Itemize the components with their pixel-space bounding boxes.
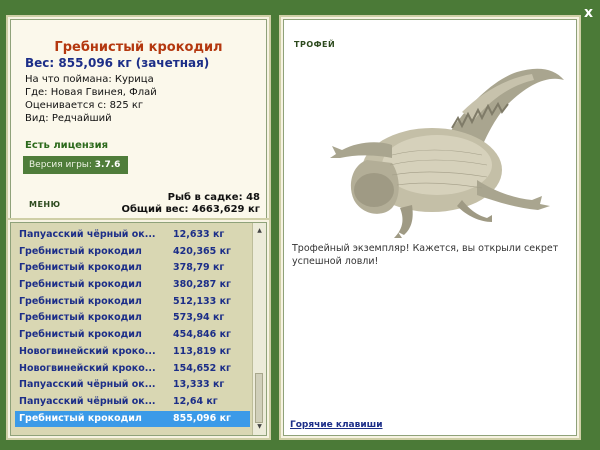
fish-location: Где: Новая Гвинея, Флай: [25, 87, 157, 98]
fish-kind: Вид: Редчайший: [25, 113, 112, 124]
list-item[interactable]: Гребнистый крокодил 512,133 кг: [15, 294, 250, 311]
fish-valued-from: Оценивается с: 825 кг: [25, 100, 144, 111]
trophy-label: ТРОФЕЙ: [294, 40, 336, 49]
list-item-weight: 380,287 кг: [173, 279, 231, 291]
list-item-name: Гребнистый крокодил: [19, 295, 142, 307]
list-item[interactable]: Папуасский чёрный ок... 13,333 кг: [15, 377, 250, 394]
list-item-name: Папуасский чёрный ок...: [19, 395, 156, 407]
list-item[interactable]: Гребнистый крокодил 855,096 кг: [15, 410, 250, 428]
fish-info-panel: Гребнистый крокодил Вес: 855,096 кг (зач…: [6, 15, 271, 225]
list-item-weight: 12,633 кг: [173, 229, 225, 240]
fish-name: Гребнистый крокодил: [54, 40, 223, 55]
version-value: 3.7.6: [94, 160, 121, 170]
list-item-weight: 378,79 кг: [173, 262, 225, 274]
list-item-weight: 454,846 кг: [173, 329, 231, 341]
list-item-weight: 420,365 кг: [173, 245, 231, 257]
tank-total: Общий вес: 4663,629 кг: [121, 204, 260, 215]
list-item-weight: 154,652 кг: [173, 362, 231, 374]
version-label: Версия игры:: [29, 160, 95, 170]
catch-list: Папуасский чёрный ок... 12,633 кг Гребнист…: [15, 227, 250, 428]
fish-info-inner: Гребнистый крокодил Вес: 855,096 кг (зач…: [10, 19, 267, 221]
close-button[interactable]: x: [584, 5, 593, 21]
tank-count: Рыб в садке: 48: [167, 192, 260, 203]
list-item-weight: 512,133 кг: [173, 295, 231, 307]
trophy-inner: ТРОФЕЙ Трофейный экземпляр! Кажется, вы …: [283, 19, 577, 436]
list-item[interactable]: Новогвинейский кроко... 113,819 кг: [15, 344, 250, 361]
list-item[interactable]: Гребнистый крокодил 420,365 кг: [15, 244, 250, 261]
scrollbar-thumb[interactable]: [255, 373, 263, 423]
list-item[interactable]: Папуасский чёрный ок... 12,64 кг: [15, 394, 250, 411]
list-item[interactable]: Гребнистый крокодил 378,79 кг: [15, 260, 250, 277]
list-item-name: Новогвинейский кроко...: [19, 345, 156, 357]
tank-summary: Рыб в садке: 48 Общий вес: 4663,629 кг: [121, 192, 260, 216]
list-item-weight: 573,94 кг: [173, 312, 225, 324]
catch-list-panel: Папуасский чёрный ок... 12,633 кг Гребнист…: [6, 218, 271, 440]
list-item-weight: 12,64 кг: [173, 395, 218, 407]
list-item-name: Папуасский чёрный ок...: [19, 229, 156, 240]
list-item[interactable]: Гребнистый крокодил 454,846 кг: [15, 327, 250, 344]
trophy-panel: ТРОФЕЙ Трофейный экземпляр! Кажется, вы …: [279, 15, 581, 440]
list-item-name: Гребнистый крокодил: [19, 245, 142, 257]
list-item-name: Гребнистый крокодил: [19, 262, 142, 274]
menu-button[interactable]: МЕНЮ: [29, 200, 61, 209]
fish-weight: Вес: 855,096 кг (зачетная): [25, 56, 210, 70]
list-item-name: Папуасский чёрный ок...: [19, 379, 156, 391]
list-item-weight: 855,096 кг: [173, 412, 231, 424]
trophy-message: Трофейный экземпляр! Кажется, вы открыли…: [292, 243, 559, 267]
version-badge: Версия игры: 3.7.6: [23, 156, 128, 174]
hotkeys-link[interactable]: Горячие клавиши: [290, 420, 383, 430]
list-item[interactable]: Новогвинейский кроко... 154,652 кг: [15, 361, 250, 378]
fish-bait: На что поймана: Курица: [25, 74, 154, 85]
list-item-weight: 113,819 кг: [173, 345, 231, 357]
arrow-up-icon[interactable]: ▲: [253, 225, 266, 237]
list-item-name: Новогвинейский кроко...: [19, 362, 156, 374]
list-item-name: Гребнистый крокодил: [19, 279, 142, 291]
list-item-weight: 13,333 кг: [173, 379, 225, 391]
license-status: Есть лицензия: [25, 140, 109, 151]
list-item[interactable]: Гребнистый крокодил 573,94 кг: [15, 310, 250, 327]
arrow-down-icon[interactable]: ▼: [253, 421, 266, 433]
list-item-name: Гребнистый крокодил: [19, 312, 142, 324]
list-item-name: Гребнистый крокодил: [19, 329, 142, 341]
list-item[interactable]: Папуасский чёрный ок... 12,633 кг: [15, 227, 250, 244]
list-item-name: Гребнистый крокодил: [19, 412, 142, 424]
catch-list-inner: Папуасский чёрный ок... 12,633 кг Гребнист…: [10, 222, 267, 436]
list-item[interactable]: Гребнистый крокодил 380,287 кг: [15, 277, 250, 294]
crocodile-image: [330, 68, 564, 238]
catch-list-scrollbar[interactable]: ▲ ▼: [252, 223, 266, 435]
